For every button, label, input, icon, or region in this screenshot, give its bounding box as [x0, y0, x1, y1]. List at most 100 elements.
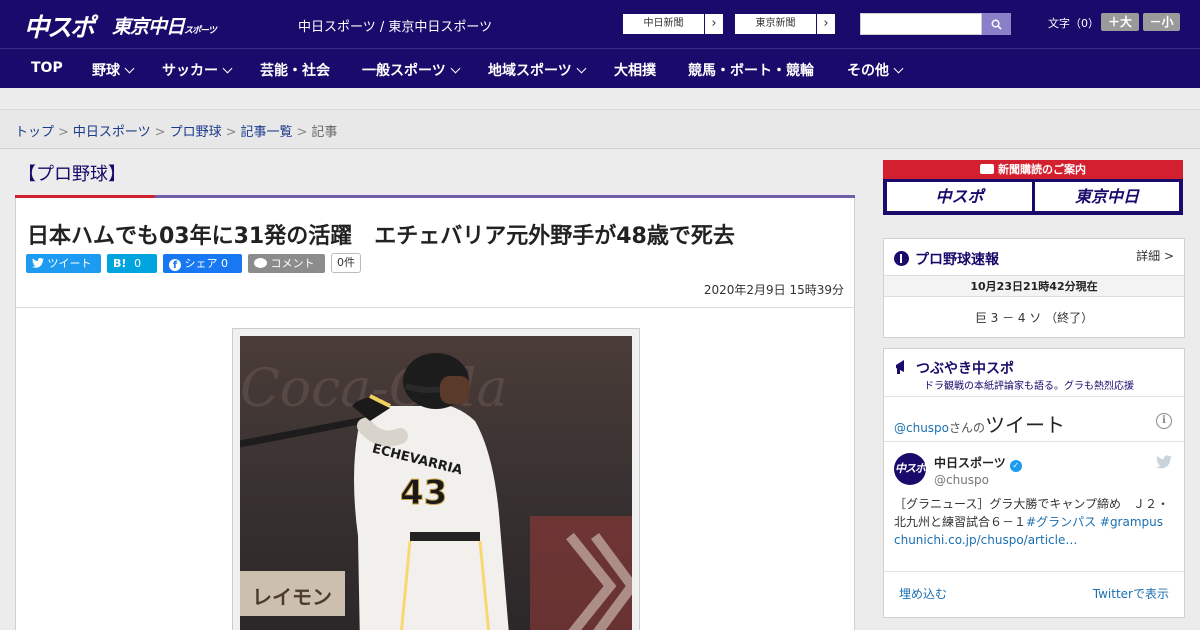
twitter-timeline-heading: @chuspoさんのツイート: [894, 409, 1065, 438]
tokyo-shimbun-label: 東京新聞: [735, 14, 817, 34]
facebook-icon: f: [169, 259, 181, 271]
nav-label: 芸能・社会: [260, 63, 330, 79]
subscription-banner[interactable]: 新聞購読のご案内 中スポ 東京中日: [883, 160, 1183, 215]
facebook-share-label: シェア: [184, 257, 218, 270]
nav-label: 野球: [92, 63, 120, 79]
article-photo-frame: Coca-Cola レイモン ECHEVARRIA 43: [232, 328, 640, 630]
search-input[interactable]: [860, 13, 982, 35]
twitter-panel: つぶやき中スポ ドラ観戦の本紙評論家も語る。グラも熱烈応援 @chuspoさんの…: [883, 348, 1185, 618]
breadcrumb-pro-baseball[interactable]: プロ野球: [170, 125, 222, 140]
comment-button[interactable]: コメント: [248, 254, 325, 273]
hatena-bookmark-button[interactable]: B! 0: [107, 254, 157, 273]
speech-bubble-icon: [254, 258, 267, 268]
comment-count: 0件: [331, 253, 361, 273]
breadcrumb-top[interactable]: トップ: [15, 125, 54, 140]
hatena-label: B!: [113, 257, 127, 270]
breadcrumb-current: 記事: [311, 125, 338, 140]
tweet-hashtags[interactable]: #グランパス #grampus: [1026, 515, 1163, 529]
baseball-score-panel: プロ野球速報 詳細 > 10月23日21時42分現在 巨 3 － 4 ソ （終了…: [883, 238, 1185, 338]
chevron-down-icon: [450, 63, 461, 74]
nav-item-baseball[interactable]: 野球: [92, 60, 135, 80]
nav-label: 一般スポーツ: [362, 63, 446, 79]
tweet-user-name[interactable]: 中日スポーツ ✓: [934, 454, 1022, 472]
score-detail-link[interactable]: 詳細 >: [1136, 247, 1174, 264]
tweet-link[interactable]: chunichi.co.jp/chuspo/article…: [894, 533, 1077, 547]
tweet-text: ［グラニュース］グラ大勝でキャンプ締め Ｊ２・北九州と練習試合６－１#グランパス…: [894, 495, 1174, 549]
verified-badge-icon: ✓: [1009, 460, 1022, 472]
tokyo-chunichi-logo[interactable]: 東京中日スポーツ: [112, 12, 217, 39]
nav-label: サッカー: [162, 63, 218, 79]
twitter-title-text: つぶやき中スポ: [916, 361, 1014, 377]
tweet-user-name-text: 中日スポーツ: [934, 456, 1006, 470]
tweet-button[interactable]: ツイート: [26, 254, 101, 273]
avatar[interactable]: 中スポ: [894, 453, 926, 485]
chevron-down-icon: [893, 63, 904, 74]
timeline-handle[interactable]: @chuspo: [894, 421, 949, 435]
article-headline: 日本ハムでも03年に31発の活躍 エチェバリア元外野手が48歳で死去: [27, 224, 735, 249]
nav-item-sumo[interactable]: 大相撲: [614, 60, 656, 80]
main-nav: TOP 野球 サッカー 芸能・社会 一般スポーツ 地域スポーツ 大相撲 競馬・ボ…: [0, 48, 1200, 88]
tweet-user-handle[interactable]: @chuspo: [934, 473, 989, 487]
nav-item-general-sports[interactable]: 一般スポーツ: [362, 60, 461, 80]
embed-link[interactable]: 埋め込む: [899, 585, 947, 602]
breadcrumb: トップ > 中日スポーツ > プロ野球 > 記事一覧 > 記事: [0, 110, 1200, 149]
article-photo[interactable]: Coca-Cola レイモン ECHEVARRIA 43: [240, 336, 632, 630]
megaphone-icon: [896, 360, 904, 374]
hatena-count: 0: [134, 257, 142, 270]
breadcrumb-separator: >: [154, 125, 166, 140]
tokyo-logo-main: 東京中日: [112, 16, 185, 38]
nav-item-regional-sports[interactable]: 地域スポーツ: [488, 60, 587, 80]
subscription-title-text: 新聞購読のご案内: [998, 163, 1086, 176]
subscription-title: 新聞購読のご案内: [883, 160, 1183, 179]
chevron-down-icon: [124, 63, 135, 74]
nav-item-other[interactable]: その他: [847, 60, 904, 80]
twitter-subtitle: ドラ観戦の本紙評論家も語る。グラも熱烈応援: [924, 381, 1134, 392]
game-score[interactable]: 巨 3 － 4 ソ （終了）: [884, 309, 1184, 326]
score-panel-title: プロ野球速報: [894, 249, 999, 269]
search-button[interactable]: [982, 13, 1011, 35]
photo-bg-sign: レイモン: [252, 585, 332, 609]
facebook-share-count: 0: [221, 257, 228, 270]
publish-date: 2020年2月9日 15時39分: [703, 283, 844, 297]
chevron-right-icon: ›: [711, 16, 717, 31]
ad-strip: [0, 88, 1200, 110]
nav-item-entertainment[interactable]: 芸能・社会: [260, 60, 330, 80]
info-icon[interactable]: i: [1156, 413, 1172, 429]
newspaper-icon: [980, 164, 994, 174]
score-title-text: プロ野球速報: [915, 252, 999, 268]
breadcrumb-separator: >: [225, 125, 237, 140]
tweet-label: ツイート: [47, 257, 92, 270]
twitter-bird-icon: [32, 258, 44, 268]
tokyo-shimbun-link[interactable]: 東京新聞 ›: [734, 13, 836, 35]
chunichi-shimbun-label: 中日新聞: [623, 14, 705, 34]
breadcrumb-article-list[interactable]: 記事一覧: [241, 125, 293, 140]
font-larger-button[interactable]: ＋大: [1101, 13, 1139, 31]
chuspo-logo[interactable]: 中スポ: [24, 8, 95, 44]
facebook-share-button[interactable]: f シェア 0: [163, 254, 242, 273]
divider: [884, 441, 1184, 442]
font-smaller-button[interactable]: －小: [1143, 13, 1180, 31]
site-header: 中スポ 東京中日スポーツ 中日スポーツ / 東京中日スポーツ 中日新聞 › 東京…: [0, 0, 1200, 48]
chevron-right-icon: ›: [823, 16, 829, 31]
chevron-down-icon: [576, 63, 587, 74]
font-size-label: 文字（0）: [1048, 17, 1099, 30]
nav-item-soccer[interactable]: サッカー: [162, 60, 233, 80]
divider: [16, 307, 854, 308]
chunichi-shimbun-link[interactable]: 中日新聞 ›: [622, 13, 724, 35]
nav-item-top[interactable]: TOP: [31, 60, 63, 76]
category-title: 【プロ野球】: [18, 164, 126, 185]
score-timestamp: 10月23日21時42分現在: [884, 275, 1184, 297]
nav-item-racing[interactable]: 競馬・ボート・競輪: [688, 60, 814, 80]
chevron-down-icon: [222, 63, 233, 74]
subscribe-chuspo-button[interactable]: 中スポ: [887, 182, 1032, 211]
subscribe-tokyo-chunichi-button[interactable]: 東京中日: [1035, 182, 1179, 211]
comment-label: コメント: [270, 257, 315, 270]
twitter-panel-title: つぶやき中スポ: [894, 358, 1014, 378]
photo-jersey-number: 43: [400, 473, 447, 513]
search-icon: [991, 19, 1002, 30]
twitter-bird-icon[interactable]: [1156, 455, 1172, 469]
divider: [884, 571, 1184, 572]
breadcrumb-chunichi-sports[interactable]: 中日スポーツ: [73, 125, 151, 140]
nav-label: 地域スポーツ: [488, 63, 572, 79]
view-on-twitter-link[interactable]: Twitterで表示: [1093, 585, 1169, 602]
